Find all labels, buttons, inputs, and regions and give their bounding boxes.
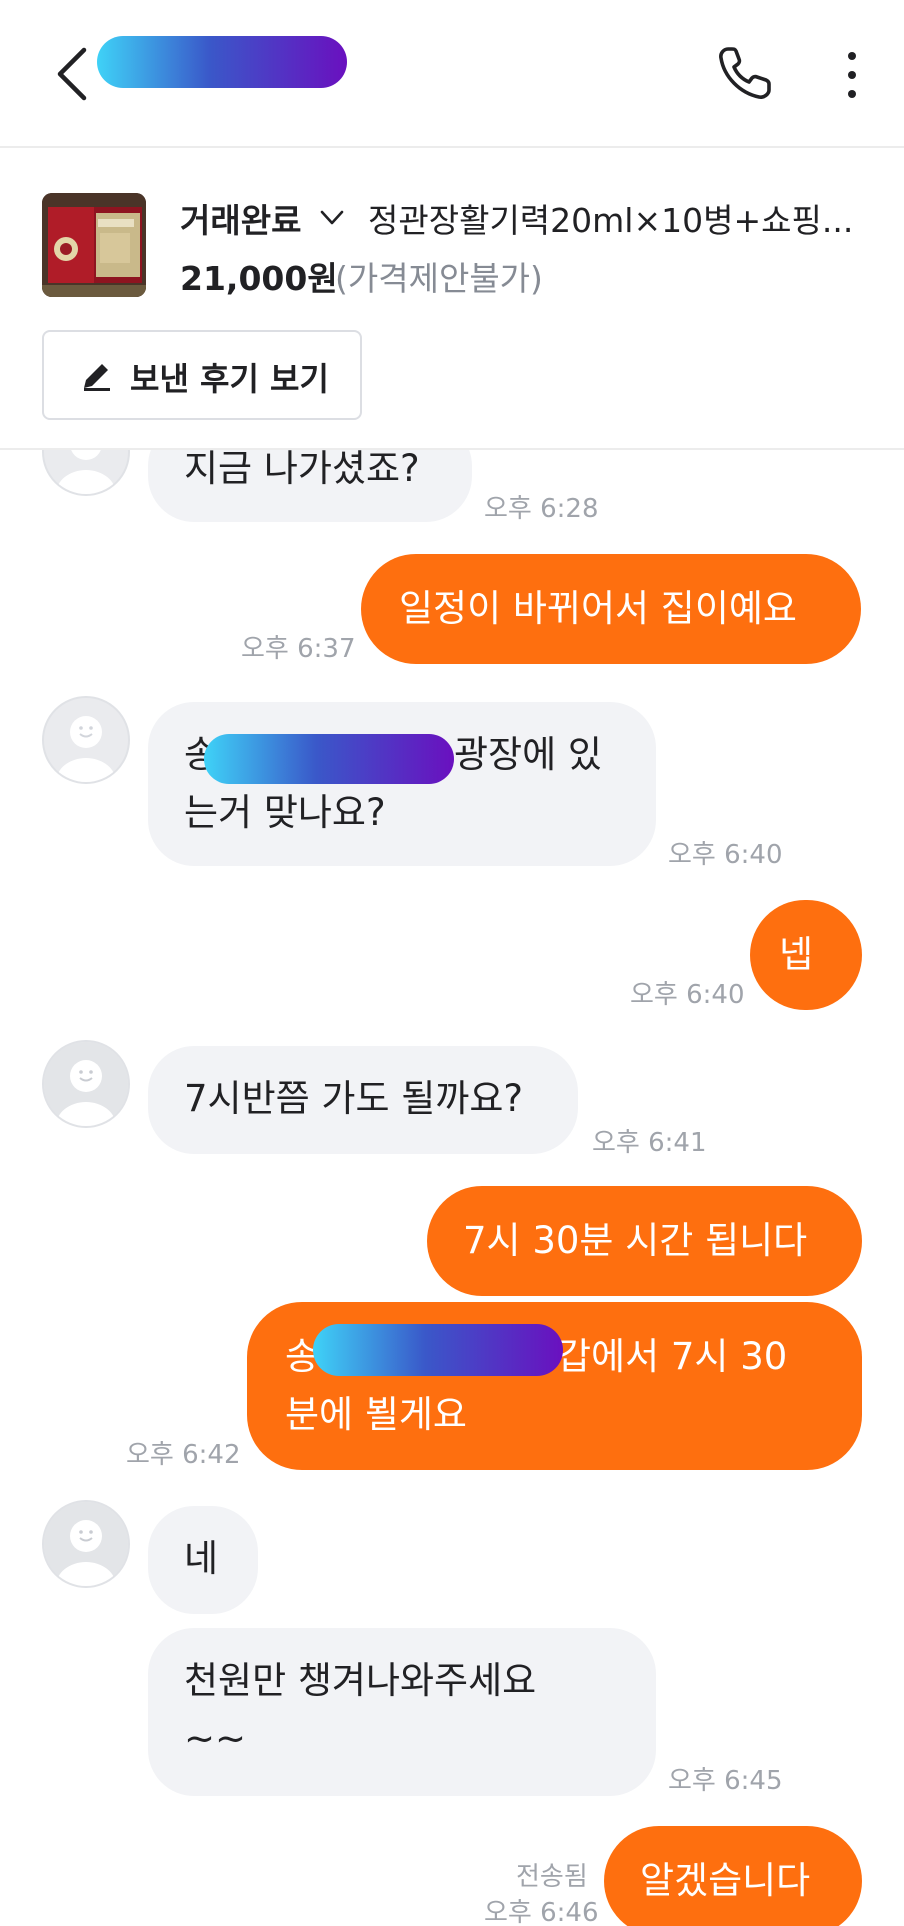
chevron-down-icon[interactable]	[318, 208, 346, 228]
product-price: 21,000원	[180, 259, 338, 298]
message-time: 오후 6:45	[668, 1766, 783, 1796]
sent-review-label: 보낸 후기 보기	[130, 360, 329, 398]
incoming-message: 네	[148, 1506, 258, 1614]
message-time: 오후 6:28	[484, 494, 599, 524]
incoming-message: 천원만 챙겨나와주세요 ~~	[148, 1628, 656, 1796]
message-time: 오후 6:42	[126, 1440, 241, 1470]
message-sent-status: 전송됨	[516, 1862, 588, 1892]
partner-avatar[interactable]	[42, 1500, 130, 1588]
price-note: (가격제안불가)	[335, 259, 543, 298]
pencil-icon	[84, 364, 110, 391]
chat-messages[interactable]: 지금 나가셨죠? 오후 6:28 일정이 바뀌어서 집이예요 오후 6:37 송…	[0, 450, 904, 1926]
message-time: 오후 6:41	[592, 1128, 707, 1158]
partner-avatar[interactable]	[42, 1040, 130, 1128]
message-time: 오후 6:40	[668, 840, 783, 870]
redaction-overlay	[97, 36, 347, 88]
outgoing-message: 일정이 바뀌어서 집이예요	[361, 554, 861, 664]
incoming-message: 송 광장에 있 는거 맞나요?	[148, 702, 656, 866]
incoming-message: 7시반쯤 가도 될까요?	[148, 1046, 578, 1154]
back-arrow-icon[interactable]	[52, 44, 92, 104]
redaction-overlay	[313, 1324, 563, 1376]
outgoing-message: 알겠습니다	[604, 1826, 862, 1926]
sent-review-button[interactable]: 보낸 후기 보기	[42, 330, 362, 420]
partner-avatar[interactable]	[42, 696, 130, 784]
partner-avatar[interactable]	[42, 450, 130, 496]
outgoing-message: 7시 30분 시간 됩니다	[427, 1186, 862, 1296]
incoming-message: 지금 나가셨죠?	[148, 450, 472, 522]
outgoing-message: 넵	[750, 900, 862, 1010]
product-title: 정관장활기력20ml×10병+쇼핑...	[368, 201, 854, 240]
message-time: 오후 6:37	[241, 634, 356, 664]
product-info-bar[interactable]: 거래완료 정관장활기력20ml×10병+쇼핑... 21,000원 (가격제안불…	[0, 148, 904, 450]
message-time: 오후 6:40	[630, 980, 745, 1010]
chat-header: 천가	[0, 0, 904, 148]
product-thumbnail	[42, 193, 146, 297]
message-time: 오후 6:46	[484, 1898, 599, 1926]
more-vertical-icon[interactable]	[836, 50, 868, 100]
trade-status[interactable]: 거래완료	[180, 194, 301, 242]
redaction-overlay	[204, 734, 454, 784]
phone-icon[interactable]	[716, 44, 774, 102]
